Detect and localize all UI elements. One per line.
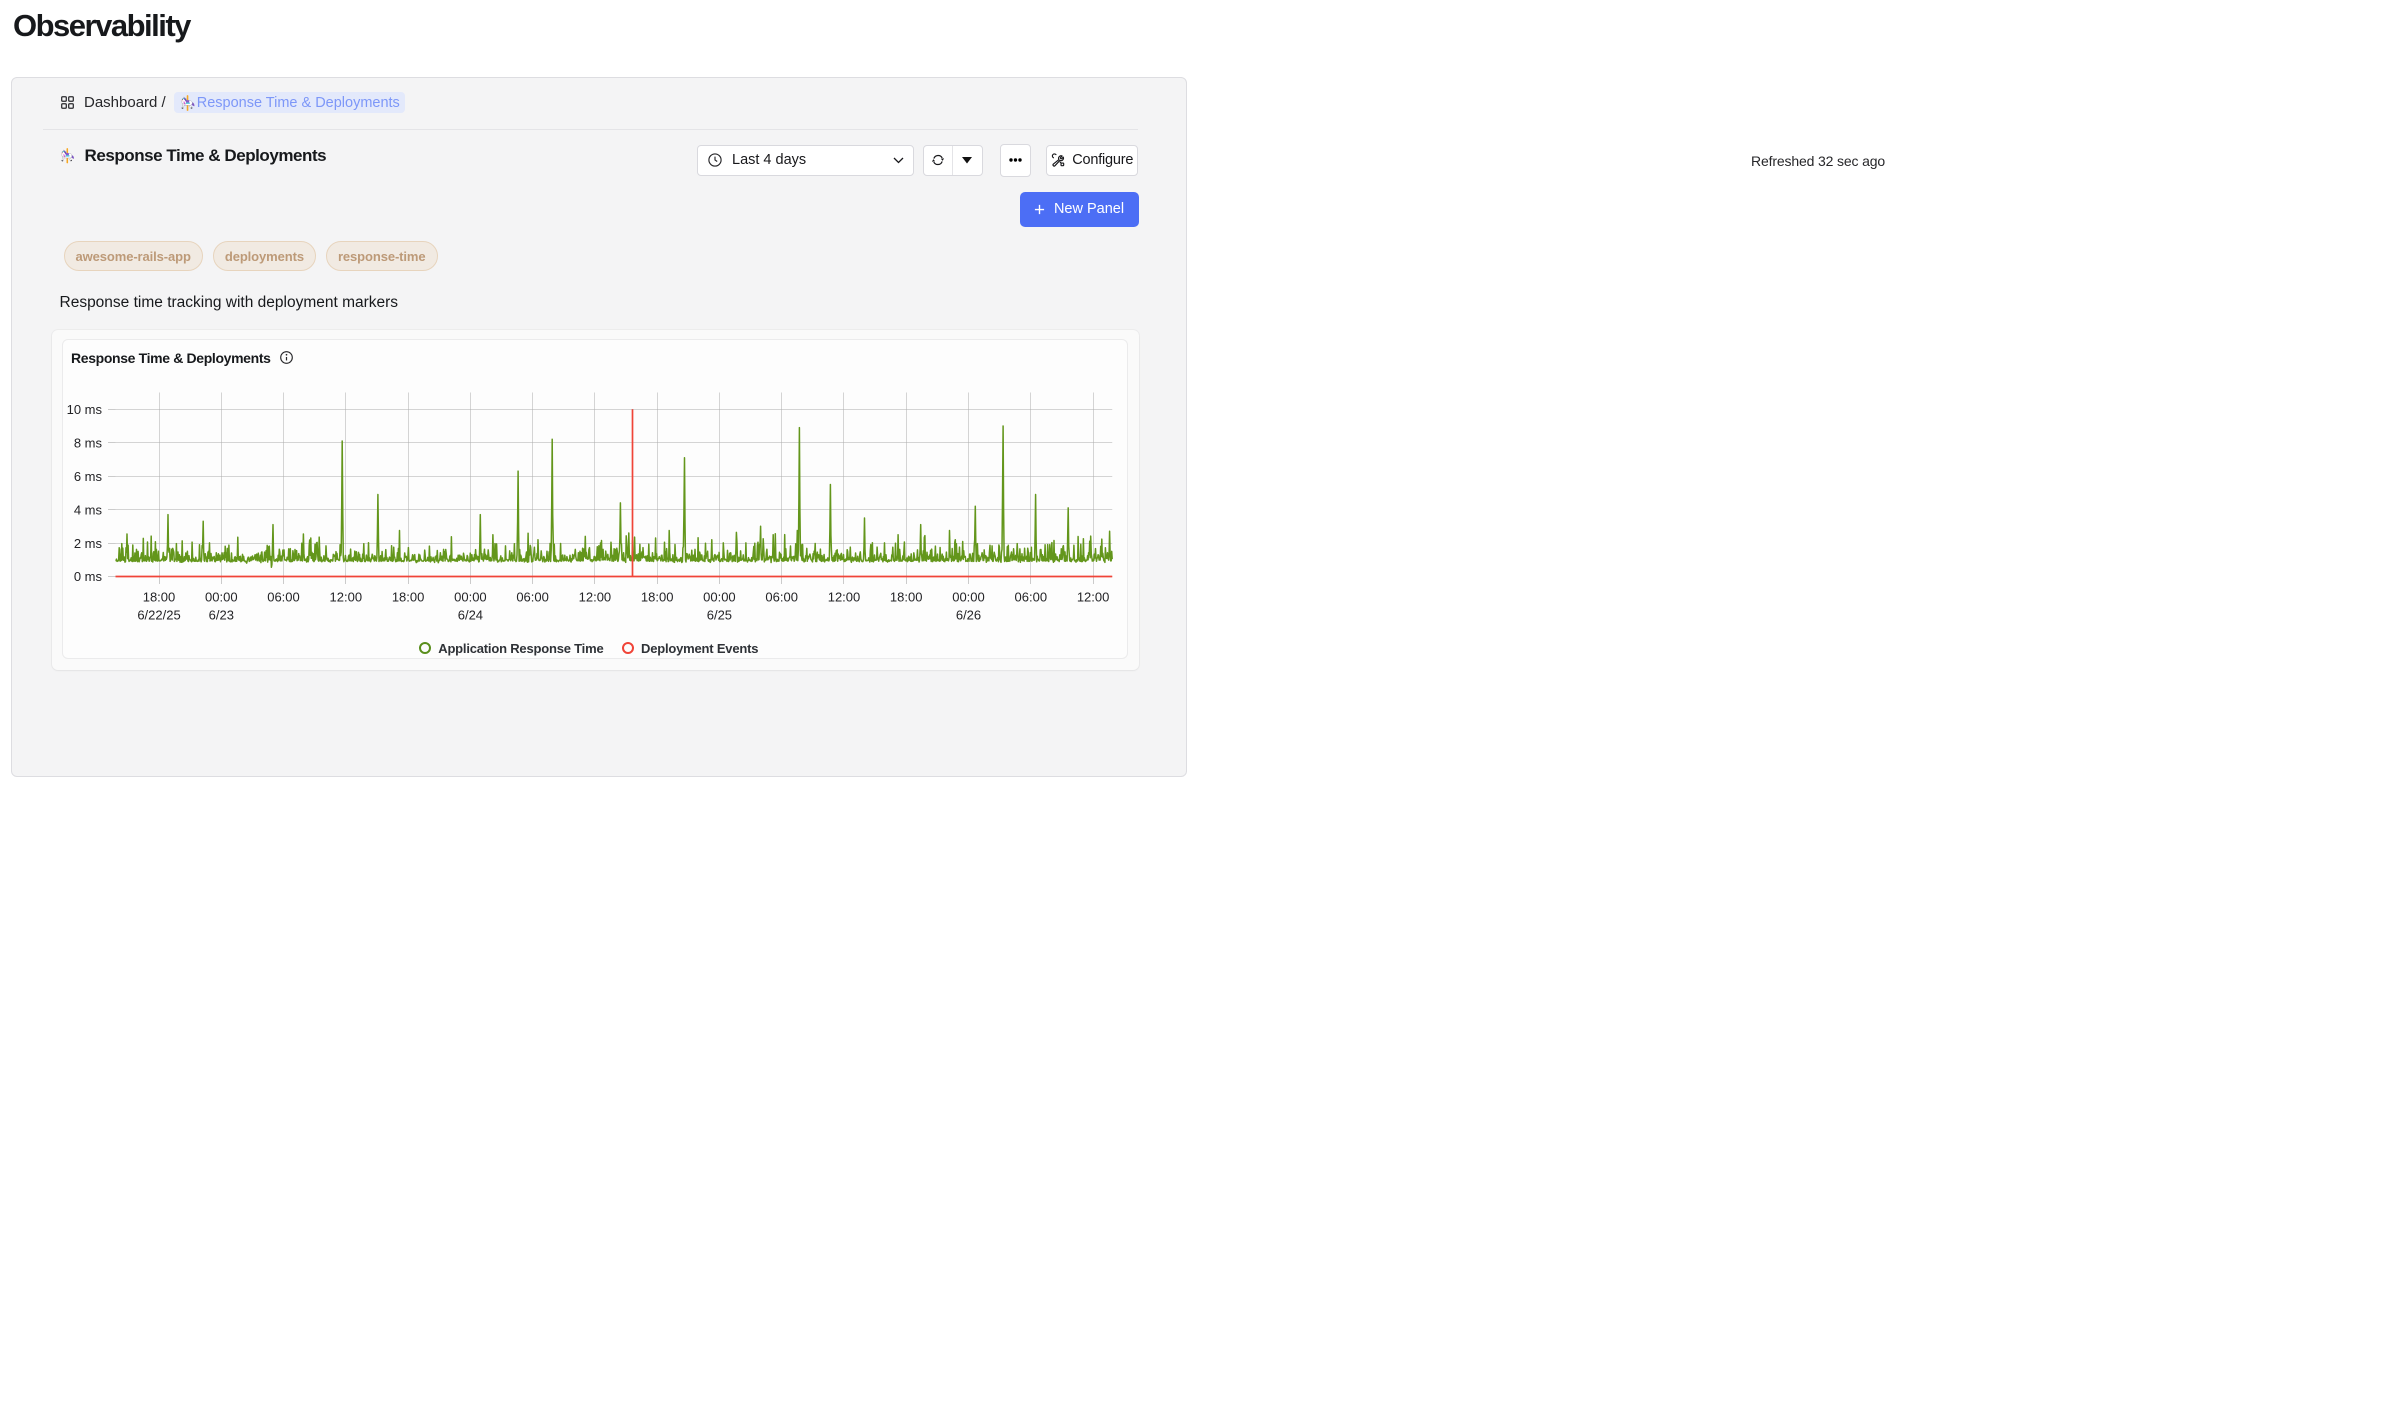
svg-text:8 ms: 8 ms <box>73 435 102 450</box>
svg-text:18:00: 18:00 <box>391 590 424 605</box>
svg-text:6 ms: 6 ms <box>73 469 102 484</box>
svg-text:10 ms: 10 ms <box>66 402 102 417</box>
svg-text:4 ms: 4 ms <box>73 502 102 517</box>
svg-text:00:00: 00:00 <box>205 590 238 605</box>
svg-text:6/22/25: 6/22/25 <box>137 608 180 623</box>
svg-text:06:00: 06:00 <box>516 590 549 605</box>
svg-text:06:00: 06:00 <box>765 590 798 605</box>
svg-text:2 ms: 2 ms <box>73 536 102 551</box>
svg-text:6/24: 6/24 <box>457 608 482 623</box>
svg-text:00:00: 00:00 <box>703 590 736 605</box>
svg-text:06:00: 06:00 <box>267 590 300 605</box>
svg-text:6/25: 6/25 <box>706 608 731 623</box>
svg-text:12:00: 12:00 <box>578 590 611 605</box>
svg-text:12:00: 12:00 <box>329 590 362 605</box>
svg-text:6/23: 6/23 <box>208 608 233 623</box>
svg-text:6/26: 6/26 <box>955 608 980 623</box>
svg-text:00:00: 00:00 <box>454 590 487 605</box>
svg-text:12:00: 12:00 <box>1076 590 1109 605</box>
svg-text:18:00: 18:00 <box>640 590 673 605</box>
svg-text:18:00: 18:00 <box>889 590 922 605</box>
svg-text:12:00: 12:00 <box>827 590 860 605</box>
svg-text:18:00: 18:00 <box>142 590 175 605</box>
svg-text:0 ms: 0 ms <box>73 569 102 584</box>
svg-text:06:00: 06:00 <box>1014 590 1047 605</box>
svg-text:00:00: 00:00 <box>952 590 985 605</box>
